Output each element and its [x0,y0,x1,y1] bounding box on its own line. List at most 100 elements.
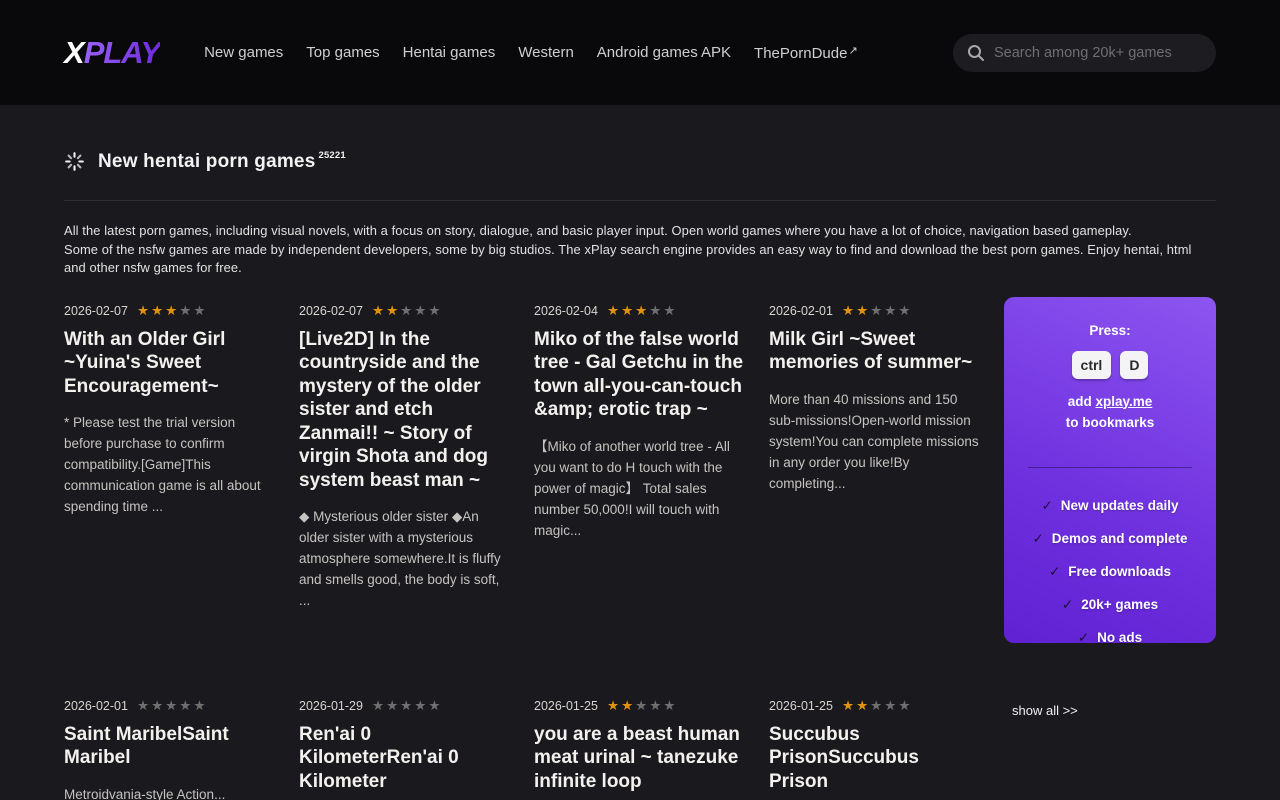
game-card[interactable]: 2026-02-07 ★★★★★ With an Older Girl ~Yui… [64,304,276,518]
nav-item-hentai-games[interactable]: Hentai games [403,44,496,61]
star-filled-icon: ★ [607,698,621,713]
game-card[interactable]: 2026-02-04 ★★★★★ Miko of the false world… [534,304,746,541]
star-filled-icon: ★ [137,303,151,318]
page-description: All the latest porn games, including vis… [64,222,1216,278]
game-title[interactable]: Saint MaribelSaint Maribel [64,723,276,770]
star-empty-icon: ★ [884,303,898,318]
star-empty-icon: ★ [400,303,414,318]
star-filled-icon: ★ [607,303,621,318]
game-card[interactable]: 2026-01-25 ★★★★★ you are a beast human m… [534,699,746,800]
game-title[interactable]: Milk Girl ~Sweet memories of summer~ [769,328,981,375]
search-input[interactable] [994,45,1202,61]
game-title[interactable]: you are a beast human meat urinal ~ tane… [534,723,746,794]
star-filled-icon: ★ [621,303,635,318]
main-nav: New games Top games Hentai games Western And… [204,44,858,62]
game-meta-row: 2026-01-25 ★★★★★ [534,699,746,713]
star-empty-icon: ★ [414,303,428,318]
star-filled-icon: ★ [856,698,870,713]
promo-divider [1028,467,1192,468]
show-all-link[interactable]: show all >> [1004,699,1216,718]
star-filled-icon: ★ [635,303,649,318]
star-empty-icon: ★ [898,303,912,318]
star-rating: ★★★★★ [372,699,443,713]
star-rating: ★★★★★ [607,304,678,318]
star-empty-icon: ★ [649,303,663,318]
game-date: 2026-01-29 [299,699,363,713]
game-date: 2026-01-25 [769,699,833,713]
star-empty-icon: ★ [663,698,677,713]
star-rating: ★★★★★ [137,304,208,318]
star-filled-icon: ★ [856,303,870,318]
star-filled-icon: ★ [165,303,179,318]
page-description-line1: All the latest porn games, including vis… [64,223,1132,238]
star-empty-icon: ★ [400,698,414,713]
game-date: 2026-02-07 [64,304,128,318]
bookmark-promo-card: Press: ctrl D add xplay.me to bookmarks … [1004,297,1216,643]
star-filled-icon: ★ [151,303,165,318]
star-empty-icon: ★ [414,698,428,713]
star-empty-icon: ★ [428,303,442,318]
game-meta-row: 2026-01-29 ★★★★★ [299,699,511,713]
game-desc: * Please test the trial version before p… [64,412,276,517]
search-icon [967,44,985,62]
page-title: New hentai porn games25221 [98,150,346,173]
star-empty-icon: ★ [635,698,649,713]
d-keycap: D [1120,351,1148,379]
promo-feature: ✓No ads [1018,630,1202,646]
star-empty-icon: ★ [372,698,386,713]
nav-item-top-games[interactable]: Top games [306,44,379,61]
game-desc: More than 40 missions and 150 sub-missio… [769,389,981,494]
check-icon: ✓ [1041,498,1052,513]
game-date: 2026-02-01 [769,304,833,318]
game-meta-row: 2026-01-25 ★★★★★ [769,699,981,713]
nav-item-new-games[interactable]: New games [204,44,283,61]
game-meta-row: 2026-02-07 ★★★★★ [299,304,511,318]
game-card[interactable]: 2026-02-01 ★★★★★ Milk Girl ~Sweet memori… [769,304,981,494]
check-icon: ✓ [1078,630,1089,645]
star-empty-icon: ★ [151,698,165,713]
star-empty-icon: ★ [428,698,442,713]
game-card[interactable]: 2026-02-07 ★★★★★ [Live2D] In the country… [299,304,511,612]
star-empty-icon: ★ [870,303,884,318]
check-icon: ✓ [1032,531,1043,546]
star-filled-icon: ★ [842,303,856,318]
game-card[interactable]: 2026-01-25 ★★★★★ Succubus PrisonSuccubus… [769,699,981,800]
spinner-icon [64,151,85,172]
nav-item-western[interactable]: Western [518,44,574,61]
star-filled-icon: ★ [372,303,386,318]
check-icon: ✓ [1049,564,1060,579]
game-date: 2026-02-07 [299,304,363,318]
game-card[interactable]: 2026-02-01 ★★★★★ Saint MaribelSaint Mari… [64,699,276,800]
game-card[interactable]: 2026-01-29 ★★★★★ Ren'ai 0 KilometerRen'a… [299,699,511,800]
promo-feature: ✓New updates daily [1018,498,1202,514]
game-date: 2026-02-04 [534,304,598,318]
keyboard-shortcut: ctrl D [1018,351,1202,379]
logo-x: X [64,35,84,70]
promo-press-label: Press: [1018,323,1202,338]
star-rating: ★★★★★ [137,699,208,713]
games-grid-row2: 2026-02-01 ★★★★★ Saint MaribelSaint Mari… [64,699,1216,800]
logo[interactable]: XPLAY [64,35,160,71]
game-title[interactable]: With an Older Girl ~Yuina's Sweet Encour… [64,328,276,399]
star-empty-icon: ★ [870,698,884,713]
star-rating: ★★★★★ [842,699,913,713]
game-date: 2026-01-25 [534,699,598,713]
game-title[interactable]: Miko of the false world tree - Gal Getch… [534,328,746,422]
game-title[interactable]: Succubus PrisonSuccubus Prison [769,723,981,794]
game-desc: 【Miko of another world tree - All you wa… [534,436,746,541]
game-meta-row: 2026-02-01 ★★★★★ [769,304,981,318]
game-title[interactable]: [Live2D] In the countryside and the myst… [299,328,511,493]
nav-item-android-games-apk[interactable]: Android games APK [597,44,731,61]
nav-item-theporndude[interactable]: ThePornDude↗ [754,44,858,62]
star-empty-icon: ★ [884,698,898,713]
header: XPLAY New games Top games Hentai games West… [0,0,1280,105]
star-rating: ★★★★★ [842,304,913,318]
star-empty-icon: ★ [386,698,400,713]
main-content: New hentai porn games25221 All the lates… [64,150,1216,800]
promo-feature: ✓20k+ games [1018,597,1202,613]
xplay-me-link[interactable]: xplay.me [1095,394,1152,409]
search-bar[interactable] [953,34,1216,72]
promo-feature: ✓Free downloads [1018,564,1202,580]
game-title[interactable]: Ren'ai 0 KilometerRen'ai 0 Kilometer [299,723,511,794]
logo-play: PLAY [84,35,160,70]
